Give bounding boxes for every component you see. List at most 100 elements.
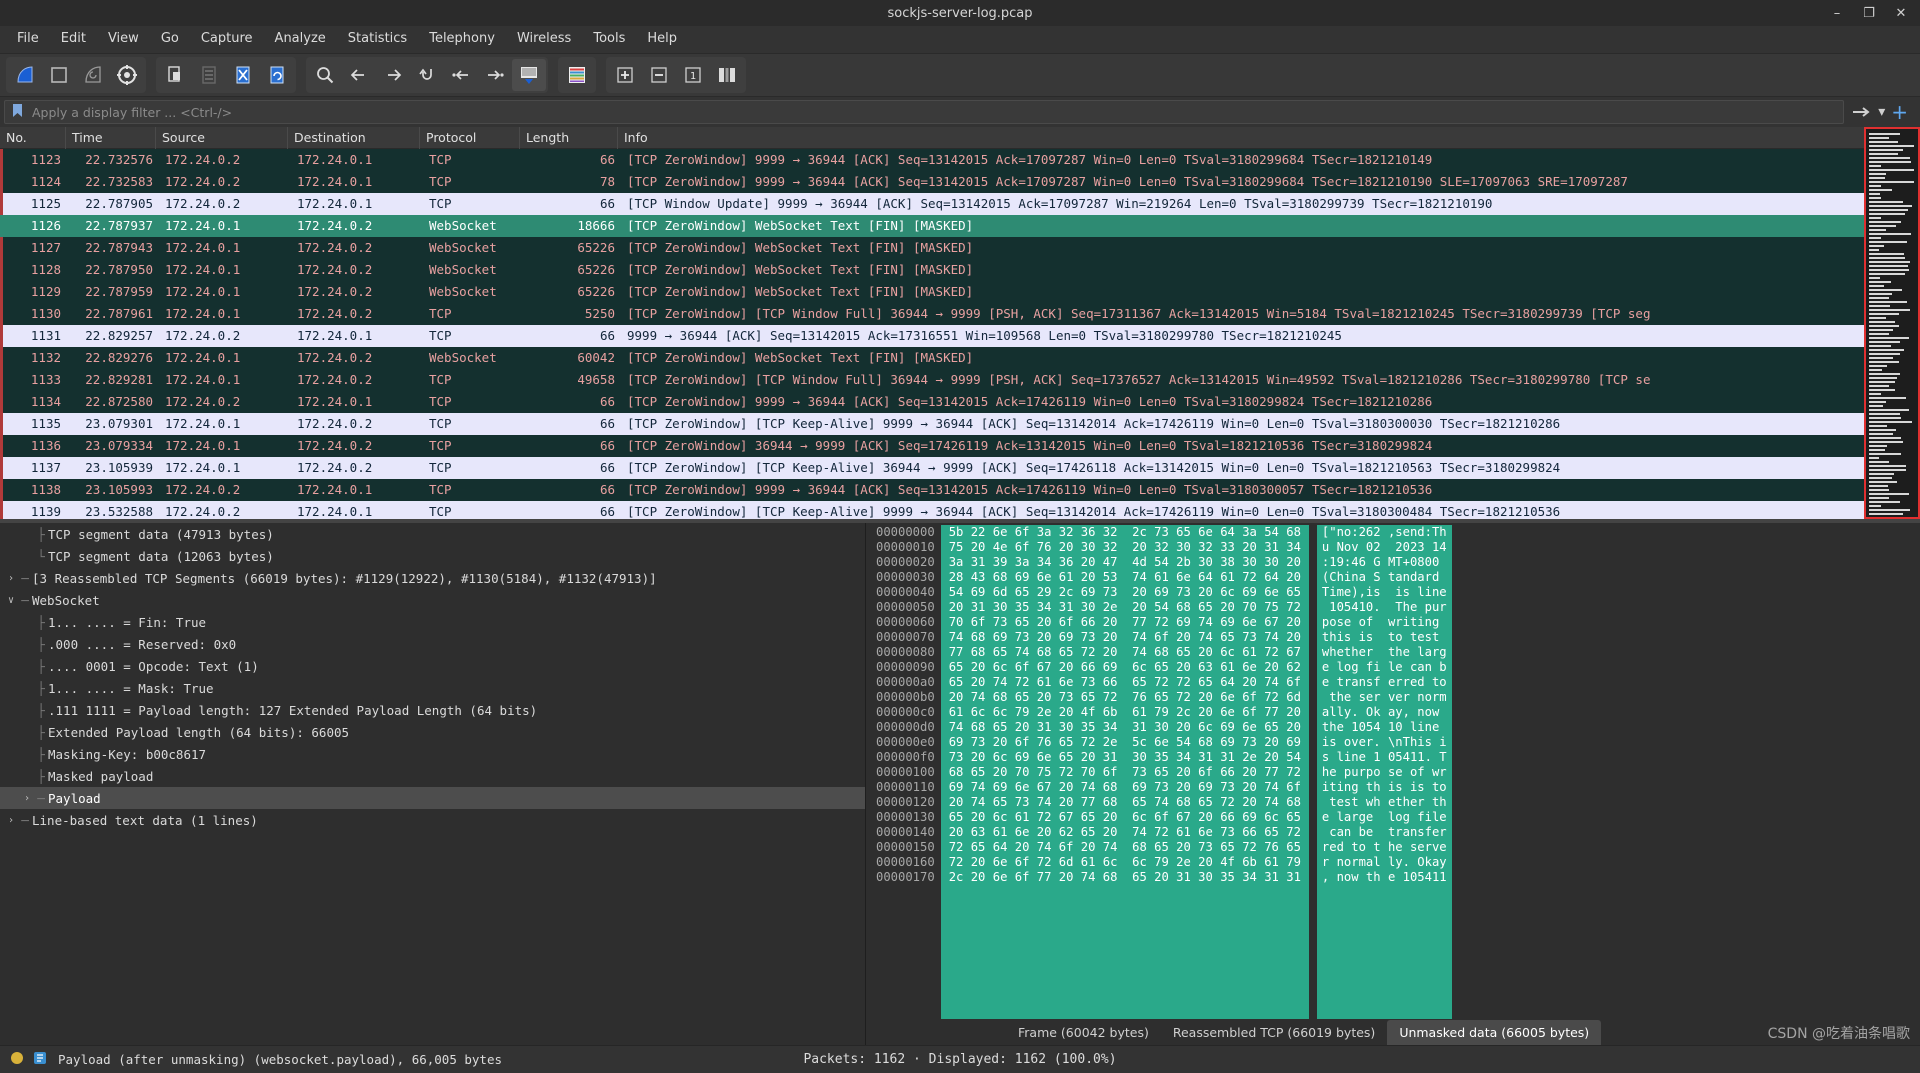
capture-file-icon[interactable] xyxy=(32,1050,48,1070)
go-last-packet-icon[interactable] xyxy=(478,59,512,91)
open-file-icon[interactable] xyxy=(158,59,192,91)
hex-byte-line: 70 6f 73 65 20 6f 66 20 77 72 69 74 69 6… xyxy=(948,615,1301,629)
packet-row[interactable]: 1126 22.787937 172.24.0.1 172.24.0.2 WebSock… xyxy=(0,215,1864,237)
column-header-time[interactable]: Time xyxy=(66,127,156,149)
close-file-icon[interactable] xyxy=(226,59,260,91)
save-file-icon[interactable] xyxy=(192,59,226,91)
menu-go[interactable]: Go xyxy=(150,26,190,52)
maximize-icon[interactable]: ❐ xyxy=(1854,1,1884,25)
hex-byte-line: 69 74 69 6e 67 20 74 68 69 73 20 69 73 2… xyxy=(948,780,1301,794)
packet-list[interactable]: No. Time Source Destination Protocol Len… xyxy=(0,127,1864,519)
packet-row[interactable]: 1136 23.079334 172.24.0.1 172.24.0.2 TCP 66 [T… xyxy=(0,435,1864,457)
add-filter-button[interactable]: + xyxy=(1891,100,1908,124)
packet-row[interactable]: 1128 22.787950 172.24.0.1 172.24.0.2 WebSock… xyxy=(0,259,1864,281)
packet-row[interactable]: 1137 23.105939 172.24.0.1 172.24.0.2 TCP 66 [T… xyxy=(0,457,1864,479)
column-header-protocol[interactable]: Protocol xyxy=(420,127,520,149)
byte-view-tab[interactable]: Reassembled TCP (66019 bytes) xyxy=(1161,1020,1387,1045)
hex-offset-line: 000000f0 xyxy=(876,750,935,764)
packet-row[interactable]: 1129 22.787959 172.24.0.1 172.24.0.2 WebSock… xyxy=(0,281,1864,303)
zoom-reset-icon[interactable]: 1 xyxy=(676,59,710,91)
column-header-no[interactable]: No. xyxy=(0,127,66,149)
apply-filter-icon[interactable] xyxy=(1852,105,1872,119)
start-capture-icon[interactable] xyxy=(8,59,42,91)
detail-row[interactable]: ├ .111 1111 = Payload length: 127 Extende… xyxy=(0,699,865,721)
go-first-packet-icon[interactable] xyxy=(444,59,478,91)
minimap-line xyxy=(1869,457,1879,459)
hex-bytes[interactable]: 5b 22 6e 6f 3a 32 36 32 2c 73 65 6e 64 3… xyxy=(940,525,1309,1019)
column-header-length[interactable]: Length xyxy=(520,127,618,149)
detail-row[interactable]: ∨ ─ WebSocket xyxy=(0,589,865,611)
go-to-packet-icon[interactable] xyxy=(410,59,444,91)
zoom-out-icon[interactable] xyxy=(642,59,676,91)
menu-analyze[interactable]: Analyze xyxy=(264,26,337,52)
menu-view[interactable]: View xyxy=(97,26,150,52)
packet-row[interactable]: 1139 23.532588 172.24.0.2 172.24.0.1 TCP 66 [T… xyxy=(0,501,1864,519)
menu-telephony[interactable]: Telephony xyxy=(418,26,506,52)
detail-row-selected[interactable]: › ─ Payload xyxy=(0,787,865,809)
close-icon[interactable]: ✕ xyxy=(1886,1,1916,25)
find-packet-icon[interactable] xyxy=(308,59,342,91)
packet-row[interactable]: 1130 22.787961 172.24.0.1 172.24.0.2 TCP 5250… xyxy=(0,303,1864,325)
detail-row[interactable]: ├ .000 .... = Reserved: 0x0 xyxy=(0,633,865,655)
go-back-icon[interactable] xyxy=(342,59,376,91)
menu-wireless[interactable]: Wireless xyxy=(506,26,582,52)
tree-expander-icon[interactable]: ∨ xyxy=(4,595,18,606)
detail-row[interactable]: ├ Extended Payload length (64 bits): 6600… xyxy=(0,721,865,743)
column-header-info[interactable]: Info xyxy=(618,127,1864,149)
packet-row[interactable]: 1133 22.829281 172.24.0.1 172.24.0.2 TCP 4965… xyxy=(0,369,1864,391)
intelligent-scrollbar[interactable] xyxy=(1864,127,1920,519)
filter-input-wrapper[interactable]: Apply a display filter ... <Ctrl-/> xyxy=(4,100,1845,124)
menu-statistics[interactable]: Statistics xyxy=(337,26,418,52)
reload-file-icon[interactable] xyxy=(260,59,294,91)
hex-offset-line: 000000d0 xyxy=(876,720,935,734)
packet-row[interactable]: 1131 22.829257 172.24.0.2 172.24.0.1 TCP 66 99… xyxy=(0,325,1864,347)
colorize-icon[interactable] xyxy=(560,59,594,91)
tree-expander-icon[interactable]: › xyxy=(4,573,18,584)
detail-row[interactable]: ├ 1... .... = Mask: True xyxy=(0,677,865,699)
menu-help[interactable]: Help xyxy=(636,26,688,52)
detail-row[interactable]: └ TCP segment data (12063 bytes) xyxy=(0,545,865,567)
bookmark-icon[interactable] xyxy=(11,103,24,122)
menu-edit[interactable]: Edit xyxy=(50,26,97,52)
stop-capture-icon[interactable] xyxy=(42,59,76,91)
detail-row[interactable]: ├.... 0001 = Opcode: Text (1) xyxy=(0,655,865,677)
minimap-line xyxy=(1869,285,1884,287)
packet-row[interactable]: 1125 22.787905 172.24.0.2 172.24.0.1 TCP 66 [T… xyxy=(0,193,1864,215)
packet-row[interactable]: 1123 22.732576 172.24.0.2 172.24.0.1 TCP 66 [T… xyxy=(0,149,1864,171)
detail-row[interactable]: › ─ Line-based text data (1 lines) xyxy=(0,809,865,831)
detail-row[interactable]: ├ 1... .... = Fin: True xyxy=(0,611,865,633)
menu-capture[interactable]: Capture xyxy=(190,26,264,52)
hex-dump[interactable]: 00000000 00000010 00000020 00000030 00000040… xyxy=(866,523,1920,1019)
minimap-line xyxy=(1869,365,1887,367)
column-header-destination[interactable]: Destination xyxy=(288,127,420,149)
capture-options-icon[interactable] xyxy=(110,59,144,91)
packet-row[interactable]: 1134 22.872580 172.24.0.2 172.24.0.1 TCP 66 [T… xyxy=(0,391,1864,413)
minimize-icon[interactable]: – xyxy=(1822,1,1852,25)
packet-row[interactable]: 1124 22.732583 172.24.0.2 172.24.0.1 TCP 78 [T… xyxy=(0,171,1864,193)
menu-tools[interactable]: Tools xyxy=(582,26,636,52)
tree-expander-icon[interactable]: › xyxy=(4,815,18,826)
column-header-source[interactable]: Source xyxy=(156,127,288,149)
tree-expander-icon[interactable]: › xyxy=(20,793,34,804)
packet-row[interactable]: 1132 22.829276 172.24.0.1 172.24.0.2 WebSock… xyxy=(0,347,1864,369)
detail-row[interactable]: ├ Masking-Key: b00c8617 xyxy=(0,743,865,765)
chevron-down-icon[interactable]: ▾ xyxy=(1878,104,1885,120)
detail-row[interactable]: ├ Masked payload xyxy=(0,765,865,787)
hex-ascii[interactable]: ["no:262 ,send:Th u Nov 02 2023 14:19:46 … xyxy=(1316,525,1452,1019)
menu-file[interactable]: File xyxy=(6,26,50,52)
byte-view-tab[interactable]: Unmasked data (66005 bytes) xyxy=(1387,1020,1602,1045)
expert-info-icon[interactable] xyxy=(10,1050,24,1069)
byte-view-tab[interactable]: Frame (60042 bytes) xyxy=(1006,1020,1161,1045)
go-forward-icon[interactable] xyxy=(376,59,410,91)
packet-row[interactable]: 1138 23.105993 172.24.0.2 172.24.0.1 TCP 66 [T… xyxy=(0,479,1864,501)
detail-row[interactable]: › ─ [3 Reassembled TCP Segments (66019 byt… xyxy=(0,567,865,589)
restart-capture-icon[interactable] xyxy=(76,59,110,91)
detail-row[interactable]: ├ TCP segment data (47913 bytes) xyxy=(0,523,865,545)
search-input[interactable]: Apply a display filter ... <Ctrl-/> xyxy=(32,105,232,120)
packet-row[interactable]: 1135 23.079301 172.24.0.1 172.24.0.2 TCP 66 [T… xyxy=(0,413,1864,435)
resize-columns-icon[interactable] xyxy=(710,59,744,91)
zoom-in-icon[interactable] xyxy=(608,59,642,91)
packet-row[interactable]: 1127 22.787943 172.24.0.1 172.24.0.2 WebSock… xyxy=(0,237,1864,259)
packet-details-pane[interactable]: ├ TCP segment data (47913 bytes) └ TCP segm… xyxy=(0,523,866,1045)
auto-scroll-icon[interactable] xyxy=(512,59,546,91)
